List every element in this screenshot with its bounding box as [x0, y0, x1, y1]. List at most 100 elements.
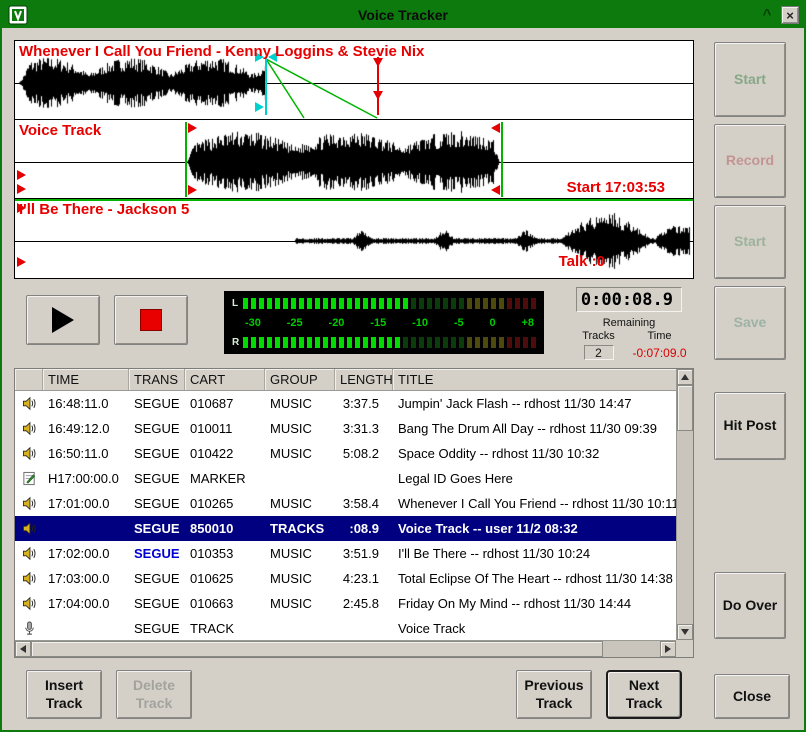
row-trans: SEGUE [129, 421, 185, 436]
edge-marker-icon[interactable] [17, 170, 26, 180]
arrow-down-icon [681, 629, 689, 635]
hit-post-button[interactable]: Hit Post [714, 392, 786, 460]
delete-track-button[interactable]: Delete Track [116, 670, 192, 719]
row-type-icon [15, 546, 43, 561]
track3-talk-time: Talk :0 [559, 253, 605, 270]
speaker-icon [22, 596, 37, 611]
vt-bottomleft-handle-icon[interactable] [188, 185, 197, 195]
vt-bottomright-handle-icon[interactable] [491, 185, 500, 195]
row-title: Legal ID Goes Here [393, 471, 676, 486]
marker-note-icon [22, 471, 37, 486]
header-cart: CART [185, 369, 265, 390]
row-length: :08.9 [335, 521, 393, 536]
start-track3-button[interactable]: Start [714, 205, 786, 279]
row-length: 2:45.8 [335, 596, 393, 611]
row-title: Voice Track -- user 11/2 08:32 [393, 521, 676, 536]
row-length: 3:31.3 [335, 421, 393, 436]
table-row[interactable]: 17:02:00.0 SEGUE 010353 MUSIC 3:51.9 I'l… [15, 541, 676, 566]
table-row[interactable]: 17:01:00.0 SEGUE 010265 MUSIC 3:58.4 Whe… [15, 491, 676, 516]
header-title: TITLE [393, 369, 676, 390]
remaining-time-label: Time [629, 330, 690, 342]
arrow-up-icon [681, 374, 689, 380]
speaker-icon [22, 521, 37, 536]
row-title: Friday On My Mind -- rdhost 11/30 14:44 [393, 596, 676, 611]
table-row[interactable]: 16:50:11.0 SEGUE 010422 MUSIC 5:08.2 Spa… [15, 441, 676, 466]
table-row[interactable]: SEGUE TRACK Voice Track [15, 616, 676, 640]
row-group: MUSIC [265, 546, 335, 561]
table-row[interactable]: 16:49:12.0 SEGUE 010011 MUSIC 3:31.3 Ban… [15, 416, 676, 441]
start-handle-mid-icon[interactable] [373, 91, 383, 100]
row-cart: TRACK [185, 621, 265, 636]
track-panel-voicetrack[interactable]: Voice Track Start 17:03:53 [15, 120, 693, 199]
row-time: 17:04:00.0 [43, 596, 129, 611]
table-row[interactable]: H17:00:00.0 SEGUE MARKER Legal ID Goes H… [15, 466, 676, 491]
scroll-up-button[interactable] [677, 369, 693, 385]
stop-button[interactable] [114, 295, 188, 345]
voicetrack-start-line[interactable] [185, 122, 187, 197]
horizontal-scrollbar[interactable] [15, 640, 676, 657]
horizontal-scroll-thumb[interactable] [31, 641, 603, 657]
row-type-icon [15, 421, 43, 436]
row-time: 17:01:00.0 [43, 496, 129, 511]
stop-icon [140, 309, 162, 331]
vt-topleft-handle-icon[interactable] [188, 123, 197, 133]
play-icon [52, 307, 74, 333]
speaker-icon [22, 446, 37, 461]
row-cart: 010663 [185, 596, 265, 611]
table-row[interactable]: 17:03:00.0 SEGUE 010625 MUSIC 4:23.1 Tot… [15, 566, 676, 591]
meter-left-label: L [232, 298, 243, 309]
window-close-button[interactable]: × [781, 6, 799, 24]
voicetrack-end-line[interactable] [501, 122, 503, 197]
voice-tracker-window: Voice Tracker ^ × Whenever I Call You Fr… [0, 0, 806, 732]
speaker-icon [22, 546, 37, 561]
row-time: 16:50:11.0 [43, 446, 129, 461]
row-time: 16:48:11.0 [43, 396, 129, 411]
row-type-icon [15, 571, 43, 586]
scroll-down-button[interactable] [677, 624, 693, 640]
previous-track-button[interactable]: Previous Track [516, 670, 592, 719]
segue-marker-line[interactable] [265, 57, 267, 115]
remaining-label: Remaining [568, 317, 690, 329]
speaker-icon [22, 396, 37, 411]
row-group: MUSIC [265, 421, 335, 436]
row-cart: 010625 [185, 571, 265, 586]
window-title: Voice Tracker [2, 2, 804, 28]
row-type-icon [15, 471, 43, 486]
scroll-left-button[interactable] [15, 641, 31, 657]
row-trans: SEGUE [129, 571, 185, 586]
row-trans: SEGUE [129, 396, 185, 411]
row-time: H17:00:00.0 [43, 471, 129, 486]
remaining-tracks-value: 2 [584, 345, 614, 360]
row-trans: SEGUE [129, 546, 185, 561]
header-time: TIME [43, 369, 129, 390]
play-button[interactable] [26, 295, 100, 345]
elapsed-time-display: 0:00:08.9 [576, 287, 682, 312]
meter-scale: -30-25-20-15-10-50+8 [232, 316, 536, 329]
do-over-button[interactable]: Do Over [714, 572, 786, 639]
vertical-scrollbar[interactable] [676, 369, 693, 640]
start-track1-button[interactable]: Start [714, 42, 786, 117]
vt-topright-handle-icon[interactable] [491, 123, 500, 133]
next-track-button[interactable]: Next Track [606, 670, 682, 719]
table-row[interactable]: 16:48:11.0 SEGUE 010687 MUSIC 3:37.5 Jum… [15, 391, 676, 416]
track-panel-outgoing[interactable]: Whenever I Call You Friend - Kenny Loggi… [15, 41, 693, 120]
scroll-right-button[interactable] [660, 641, 676, 657]
edge-marker-icon[interactable] [17, 184, 26, 194]
save-button[interactable]: Save [714, 286, 786, 360]
edge-marker-icon[interactable] [17, 257, 26, 267]
track-panel-incoming[interactable]: I'll Be There - Jackson 5 Talk :0 [15, 199, 693, 278]
row-title: Bang The Drum All Day -- rdhost 11/30 09… [393, 421, 676, 436]
shade-button[interactable]: ^ [758, 5, 776, 23]
row-type-icon [15, 496, 43, 511]
record-button[interactable]: Record [714, 124, 786, 198]
speaker-icon [22, 571, 37, 586]
table-row[interactable]: SEGUE 850010 TRACKS :08.9 Voice Track --… [15, 516, 676, 541]
vertical-scroll-thumb[interactable] [677, 385, 693, 431]
insert-track-button[interactable]: Insert Track [26, 670, 102, 719]
row-trans: SEGUE [129, 621, 185, 636]
titlebar[interactable]: Voice Tracker ^ × [2, 2, 804, 28]
row-group: MUSIC [265, 396, 335, 411]
table-row[interactable]: 17:04:00.0 SEGUE 010663 MUSIC 2:45.8 Fri… [15, 591, 676, 616]
segue-handle-bottom-icon[interactable] [255, 102, 264, 112]
close-button[interactable]: Close [714, 674, 790, 719]
